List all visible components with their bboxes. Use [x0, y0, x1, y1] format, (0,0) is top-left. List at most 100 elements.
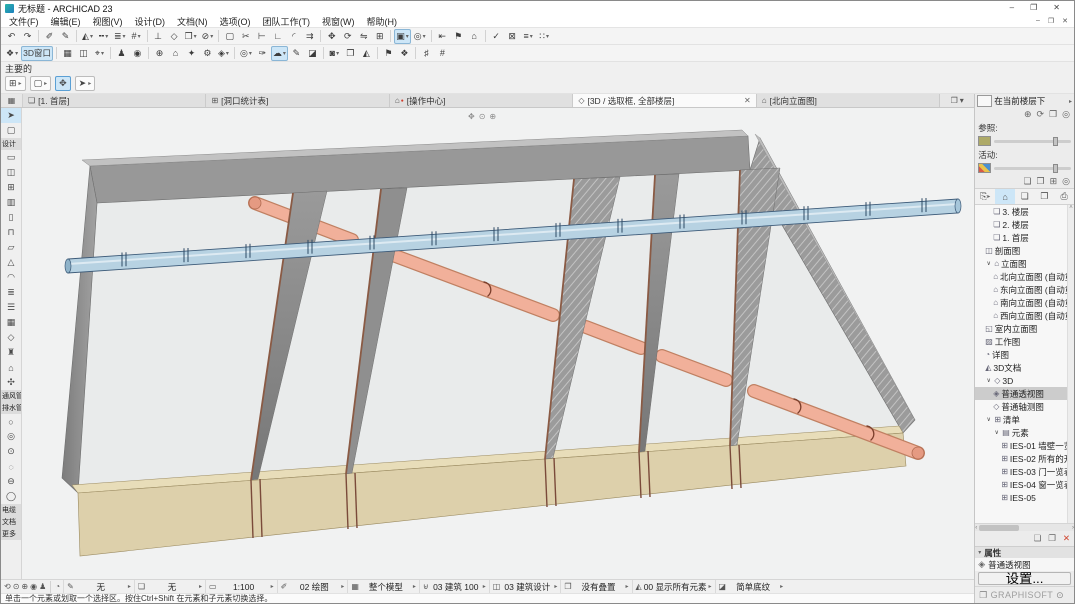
- status-dimension-standard[interactable]: ◫ 03 建筑设计 ▸: [489, 580, 561, 593]
- status-scale[interactable]: ▭ 1:100 ▸: [205, 580, 277, 593]
- tree-interior-elevations[interactable]: ◱ 室内立面图: [975, 322, 1074, 335]
- shadow-toggle-icon[interactable]: ☁ ▾: [271, 46, 288, 61]
- stair-tool[interactable]: ≣: [1, 285, 21, 300]
- look-around-icon[interactable]: ◉: [130, 46, 145, 61]
- tree-details[interactable]: ◔ 详图: [975, 348, 1074, 361]
- grab-mode-button[interactable]: ✥: [55, 76, 71, 91]
- marquee-selection-icon[interactable]: ▣ ▾: [394, 29, 411, 44]
- marquee-options-button[interactable]: ▢ ▸: [30, 76, 52, 91]
- tree-3d-documents[interactable]: ◭ 3D文档: [975, 361, 1074, 374]
- mesh-tool[interactable]: ▦: [1, 315, 21, 330]
- nav-zoom-out-icon[interactable]: ⊙: [13, 582, 20, 591]
- move-reference-icon[interactable]: ❏: [1023, 176, 1031, 187]
- roof-tool[interactable]: △: [1, 255, 21, 270]
- object-tool[interactable]: ♜: [1, 345, 21, 360]
- trace-reference-dropdown[interactable]: 在当前楼层下: [994, 95, 1045, 107]
- vp-orbit-icon[interactable]: ⊙: [479, 112, 486, 121]
- pipe-valve-tool[interactable]: ⊖: [1, 474, 21, 489]
- door-tool[interactable]: ◫: [1, 165, 21, 180]
- tab-list-icon[interactable]: ▾: [960, 96, 964, 105]
- tab-north-elevation[interactable]: ⌂ [北向立面图]: [757, 94, 940, 107]
- pipe-straight-tool[interactable]: ○: [1, 414, 21, 429]
- distribute-icon[interactable]: ∷ ▾: [537, 29, 552, 44]
- window-tool[interactable]: ⊞: [1, 180, 21, 195]
- nav-magnify-icon[interactable]: ◔: [55, 582, 60, 591]
- tree-elevation-east[interactable]: ⌂ 东向立面图 (自动重: [975, 283, 1074, 296]
- rotate-icon[interactable]: ⟳: [340, 29, 355, 44]
- curtain-wall-tool[interactable]: ▥: [1, 195, 21, 210]
- profile-chooser-icon[interactable]: ❖ ▾: [4, 46, 20, 61]
- swap-reference-icon[interactable]: ❐: [1049, 109, 1057, 120]
- splitter-icon[interactable]: ⊞: [1050, 176, 1058, 187]
- slab-tool[interactable]: ▱: [1, 240, 21, 255]
- plan-view-icon[interactable]: ▦: [60, 46, 75, 61]
- tab-first-floor[interactable]: ❏ [1. 首层]: [23, 94, 206, 107]
- pick-up-parameters-icon[interactable]: ✐: [42, 29, 57, 44]
- status-pen-set[interactable]: ✐ 02 绘图 ▸: [277, 580, 348, 593]
- magnet-icon[interactable]: ◇: [167, 29, 182, 44]
- rebuild-reference-icon[interactable]: ⟳: [1037, 109, 1045, 120]
- zone-update-icon[interactable]: ⌂: [467, 29, 482, 44]
- column-tool[interactable]: ▯: [1, 210, 21, 225]
- vp-pan-icon[interactable]: ✥: [468, 112, 475, 121]
- reference-opacity-slider[interactable]: [994, 140, 1071, 143]
- menu-help[interactable]: 帮助(H): [361, 15, 404, 28]
- find-select-icon[interactable]: ◎ ▾: [412, 29, 428, 44]
- 3d-styles-icon[interactable]: ⚙: [200, 46, 215, 61]
- maximize-button[interactable]: ❐: [1030, 4, 1037, 12]
- vp-zoom-icon[interactable]: ⊕: [489, 112, 496, 121]
- sketch-style-icon[interactable]: ✑: [255, 46, 270, 61]
- layout-book-tab[interactable]: ❐: [1035, 189, 1055, 204]
- pipe-branch-tool[interactable]: ⊙: [1, 444, 21, 459]
- arrow-tool[interactable]: ➤: [1, 108, 21, 123]
- capture-view-icon[interactable]: ◙ ▾: [327, 46, 342, 61]
- arrange-windows-icon[interactable]: ❐: [951, 96, 958, 105]
- paint-surface-icon[interactable]: ✎: [289, 46, 304, 61]
- status-structure-display[interactable]: ▦ 整个模型 ▸: [347, 580, 419, 593]
- tree-story-2[interactable]: ❏ 2. 楼层: [975, 218, 1074, 231]
- status-shading[interactable]: ◪ 简单底纹 ▸: [715, 580, 787, 593]
- equipment-tool[interactable]: ✣: [1, 375, 21, 390]
- layers-icon[interactable]: ≣ ▾: [112, 29, 128, 44]
- align-icon[interactable]: ≡ ▾: [521, 29, 536, 44]
- lock-elements-icon[interactable]: ⊘ ▾: [200, 29, 216, 44]
- status-favorite[interactable]: ✎ 无 ▸: [63, 580, 134, 593]
- intersect-icon[interactable]: ∟: [270, 29, 285, 44]
- pipe-transition-tool[interactable]: ◌: [1, 459, 21, 474]
- palette-icon[interactable]: ❖: [397, 46, 412, 61]
- tree-generic-perspective[interactable]: ◈ 普通透视图: [975, 387, 1074, 400]
- tree-horizontal-scrollbar[interactable]: ‹ ›: [975, 523, 1074, 531]
- tree-sections[interactable]: ◫ 剖面图: [975, 244, 1074, 257]
- menu-file[interactable]: 文件(F): [3, 15, 45, 28]
- pipe-bend-tool[interactable]: ◎: [1, 429, 21, 444]
- mirror-icon[interactable]: ⇋: [356, 29, 371, 44]
- active-color-swatch[interactable]: [978, 163, 991, 173]
- tab-opening-schedule[interactable]: ⊞ [洞口统计表]: [206, 94, 389, 107]
- morph-tool[interactable]: ◇: [1, 330, 21, 345]
- active-opacity-slider[interactable]: [994, 167, 1071, 170]
- tree-worksheets[interactable]: ▨ 工作图: [975, 335, 1074, 348]
- multiply-icon[interactable]: ⊞: [372, 29, 387, 44]
- delete-icon[interactable]: ✕: [1063, 533, 1070, 544]
- 3d-window-button[interactable]: 3D窗口: [21, 46, 53, 61]
- tree-elevation-north[interactable]: ⌂ 北向立面图 (自动重: [975, 270, 1074, 283]
- redo-icon[interactable]: ↷: [20, 29, 35, 44]
- zone-tool[interactable]: ⌂: [1, 360, 21, 375]
- close-button[interactable]: ✕: [1053, 4, 1060, 12]
- offset-icon[interactable]: ⇉: [302, 29, 317, 44]
- issue-icon[interactable]: ◭: [359, 46, 374, 61]
- status-partial-structure[interactable]: ◭ 00 显示所有元素 ▸: [632, 580, 715, 593]
- gravity-icon[interactable]: ⊥: [151, 29, 166, 44]
- clone-folder-icon[interactable]: ❐: [1048, 533, 1056, 544]
- create-reference-icon[interactable]: ⊕: [1024, 109, 1032, 120]
- tree-elevation-west[interactable]: ⌂ 西向立面图 (自动重: [975, 309, 1074, 322]
- render-engine-icon[interactable]: ◎ ▾: [238, 46, 254, 61]
- trace-preview-icon[interactable]: [977, 95, 992, 107]
- section-view-icon[interactable]: ◫: [76, 46, 91, 61]
- nav-walk-icon[interactable]: ♟: [39, 582, 46, 591]
- menu-design[interactable]: 设计(D): [129, 15, 172, 28]
- rotate-reference-icon[interactable]: ❐: [1037, 176, 1045, 187]
- new-folder-icon[interactable]: ❏: [1034, 533, 1042, 544]
- inject-parameters-icon[interactable]: ✎: [58, 29, 73, 44]
- doc-restore-button[interactable]: ❐: [1048, 17, 1054, 25]
